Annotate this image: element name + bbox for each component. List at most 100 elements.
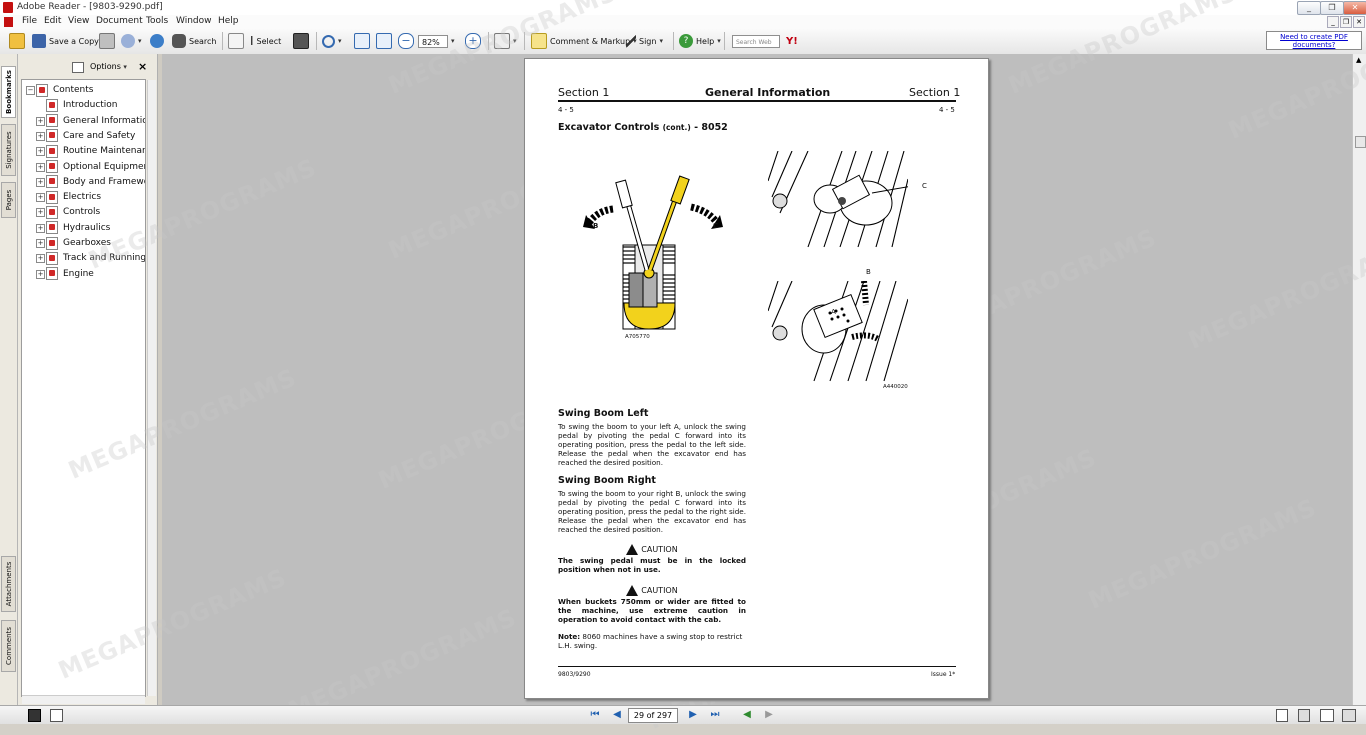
bookmark-item[interactable]: + Gearboxes — [36, 236, 111, 250]
comment-markup-button[interactable]: Comment & Markup▾ — [531, 33, 637, 49]
page-size-icon[interactable] — [50, 709, 63, 722]
close-panel-button[interactable]: × — [138, 60, 147, 73]
open-button[interactable] — [9, 33, 25, 49]
tab-bookmarks[interactable]: Bookmarks — [1, 66, 16, 118]
menu-file[interactable]: File — [22, 16, 37, 26]
bookmark-label: Hydraulics — [63, 222, 111, 233]
fit-width-button[interactable] — [376, 33, 392, 49]
print-button[interactable] — [99, 33, 115, 49]
bookmark-item[interactable]: + Engine — [36, 267, 94, 281]
panel-vertical-scrollbar[interactable] — [147, 80, 156, 696]
menu-tools[interactable]: Tools — [146, 16, 168, 26]
expand-toggle-icon[interactable]: + — [36, 269, 45, 279]
chevron-down-icon: ▾ — [123, 63, 127, 71]
facing-icon[interactable] — [1320, 709, 1334, 722]
camera-icon — [293, 33, 309, 49]
zoom-field[interactable]: 82% ▾ — [418, 33, 455, 49]
doc-restore-button[interactable]: ❐ — [1340, 16, 1352, 28]
pdf-page[interactable]: Section 1 General Information Section 1 … — [524, 58, 989, 699]
bookmark-item[interactable]: Introduction — [46, 98, 118, 112]
binoculars-icon — [172, 34, 186, 48]
continuous-icon[interactable] — [1298, 709, 1310, 722]
footer-rule — [558, 666, 956, 667]
expand-toggle-icon[interactable]: + — [36, 254, 45, 264]
expand-toggle-icon[interactable]: + — [36, 208, 45, 218]
panel-horizontal-scrollbar[interactable] — [22, 695, 145, 704]
help-button[interactable]: ? Help ▾ — [679, 33, 721, 49]
bookmark-item[interactable]: + Controls — [36, 205, 100, 219]
zoom-in-button[interactable]: + — [465, 33, 481, 49]
pedal-unlocked-figure — [768, 281, 908, 382]
toolbar-separator — [316, 32, 317, 50]
continuous-facing-icon[interactable] — [1342, 709, 1356, 722]
bookmark-item[interactable]: + Electrics — [36, 190, 101, 204]
rotate-button[interactable]: ▾ — [494, 33, 517, 49]
minimize-button[interactable]: _ — [1297, 1, 1321, 15]
expand-toggle-icon[interactable]: + — [36, 223, 45, 233]
doc-close-button[interactable]: ✕ — [1353, 16, 1365, 28]
zoom-tool-button[interactable]: ▾ — [322, 33, 342, 49]
tab-attachments[interactable]: Attachments — [1, 556, 16, 612]
status-bar: ⏮ ◀ 29 of 297 ▶ ⏭ ◀ ▶ — [0, 705, 1366, 724]
document-vertical-scrollbar[interactable]: ▲ — [1352, 54, 1366, 705]
page-number-field[interactable]: 29 of 297 — [628, 708, 678, 723]
last-page-button[interactable]: ⏭ — [708, 708, 722, 722]
create-pdf-link[interactable]: Need to create PDF documents? — [1266, 31, 1362, 50]
swing-left-text: To swing the boom to your left A, unlock… — [558, 422, 746, 467]
expand-toggle-icon[interactable]: + — [36, 162, 45, 172]
sign-label: Sign — [639, 36, 657, 46]
fit-page-button[interactable] — [354, 33, 370, 49]
doc-minimize-button[interactable]: _ — [1327, 16, 1339, 28]
previous-page-button[interactable]: ◀ — [610, 708, 624, 722]
organizer-button[interactable] — [150, 33, 164, 49]
previous-view-button[interactable]: ◀ — [740, 708, 754, 722]
bookmark-item[interactable]: − Contents — [26, 83, 93, 97]
email-button[interactable]: ▾ — [121, 33, 142, 49]
bookmark-item[interactable]: + Hydraulics — [36, 221, 111, 235]
bookmark-item[interactable]: + Routine Maintenance — [36, 144, 145, 158]
expand-toggle-icon[interactable]: + — [36, 116, 45, 126]
sign-button[interactable]: Sign ▾ — [626, 33, 663, 49]
options-button[interactable]: Options ▾ — [90, 62, 127, 71]
menu-document[interactable]: Document — [96, 16, 143, 26]
hand-tool-button[interactable] — [228, 33, 244, 49]
expand-toggle-icon[interactable]: + — [36, 147, 45, 157]
expand-toggle-icon[interactable]: + — [36, 177, 45, 187]
scroll-thumb[interactable] — [1355, 136, 1366, 148]
maximize-button[interactable]: ❐ — [1320, 1, 1344, 15]
tab-comments[interactable]: Comments — [1, 620, 16, 672]
first-page-button[interactable]: ⏮ — [588, 708, 602, 722]
tab-pages[interactable]: Pages — [1, 182, 16, 218]
scroll-up-arrow-icon[interactable]: ▲ — [1356, 56, 1361, 64]
save-copy-button[interactable]: Save a Copy — [32, 33, 99, 49]
menu-help[interactable]: Help — [218, 16, 239, 26]
tab-signatures[interactable]: Signatures — [1, 124, 16, 176]
bookmark-icon — [46, 221, 58, 235]
close-window-button[interactable]: ✕ — [1343, 1, 1366, 15]
collapse-toggle-icon[interactable]: − — [26, 86, 35, 95]
bookmark-item[interactable]: + Track and Running Gear — [36, 251, 145, 265]
caution1-heading: CAUTION — [558, 544, 746, 555]
bookmark-item[interactable]: + General Information — [36, 114, 145, 128]
search-web-field[interactable]: Search Web — [732, 33, 780, 49]
expand-toggle-icon[interactable]: + — [36, 131, 45, 141]
next-view-button[interactable]: ▶ — [762, 708, 776, 722]
next-page-button[interactable]: ▶ — [686, 708, 700, 722]
expand-toggle-icon[interactable]: + — [36, 239, 45, 248]
menu-view[interactable]: View — [68, 16, 89, 26]
bookmark-item[interactable]: + Optional Equipment — [36, 160, 145, 174]
menu-window[interactable]: Window — [176, 16, 212, 26]
page-layout-icon[interactable] — [28, 709, 41, 722]
expand-toggle-icon[interactable]: + — [36, 193, 45, 203]
snapshot-button[interactable] — [293, 33, 309, 49]
search-button[interactable]: Search — [172, 33, 216, 49]
single-page-icon[interactable] — [1276, 709, 1288, 722]
search-web-input[interactable]: Search Web — [732, 34, 780, 48]
bookmark-item[interactable]: + Care and Safety — [36, 129, 135, 143]
select-tool-button[interactable]: I Select — [250, 33, 281, 49]
menu-edit[interactable]: Edit — [44, 16, 61, 26]
zoom-input[interactable]: 82% — [418, 34, 448, 48]
bookmark-item[interactable]: + Body and Framework — [36, 175, 145, 189]
zoom-out-button[interactable]: − — [398, 33, 414, 49]
yahoo-button[interactable]: Y! — [786, 33, 798, 49]
